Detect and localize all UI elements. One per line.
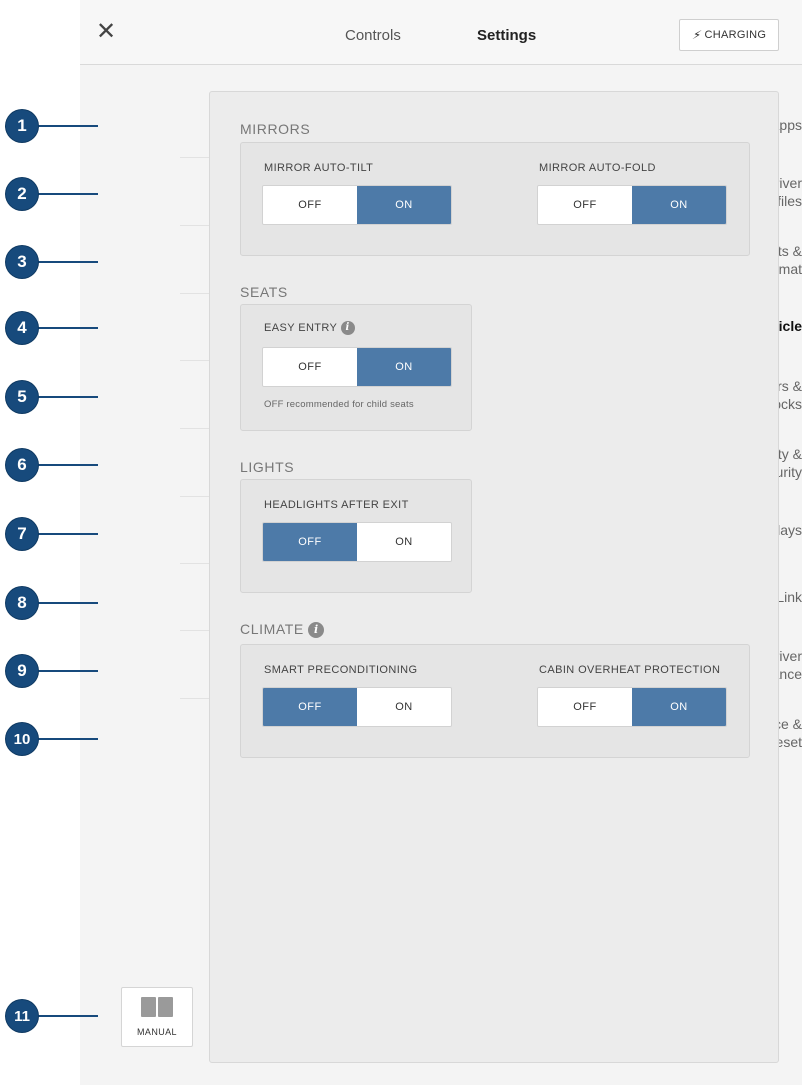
cabin-overheat-protection-toggle[interactable]: OFF ON bbox=[537, 687, 727, 727]
toggle-off[interactable]: OFF bbox=[263, 348, 357, 386]
seats-group: EASY ENTRY i OFF ON OFF recommended for … bbox=[240, 304, 472, 431]
divider bbox=[180, 698, 210, 699]
callout-3: 3 bbox=[6, 246, 98, 278]
toggle-on[interactable]: ON bbox=[357, 523, 451, 561]
headlights-after-exit-toggle[interactable]: OFF ON bbox=[262, 522, 452, 562]
divider bbox=[180, 563, 210, 564]
smart-preconditioning-label: SMART PRECONDITIONING bbox=[264, 664, 418, 676]
info-icon[interactable]: i bbox=[340, 321, 355, 335]
callout-8: 8 bbox=[6, 587, 98, 619]
mirror-auto-tilt-label: MIRROR AUTO-TILT bbox=[264, 162, 374, 174]
callout-4: 4 bbox=[6, 312, 98, 344]
section-title-climate: CLIMATE i bbox=[240, 621, 325, 639]
callout-7: 7 bbox=[6, 518, 98, 550]
info-icon[interactable]: i bbox=[308, 622, 325, 639]
cabin-overheat-protection-label: CABIN OVERHEAT PROTECTION bbox=[539, 664, 721, 676]
tab-controls[interactable]: Controls bbox=[345, 27, 401, 44]
section-title-mirrors: MIRRORS bbox=[240, 121, 311, 137]
easy-entry-note: OFF recommended for child seats bbox=[264, 399, 414, 410]
close-icon[interactable]: ✕ bbox=[94, 20, 118, 44]
callout-2: 2 bbox=[6, 178, 98, 210]
lights-group: HEADLIGHTS AFTER EXIT OFF ON bbox=[240, 479, 472, 593]
callout-11: 11 bbox=[6, 1000, 98, 1032]
divider bbox=[180, 225, 210, 226]
callout-9: 9 bbox=[6, 655, 98, 687]
easy-entry-toggle[interactable]: OFF ON bbox=[262, 347, 452, 387]
toggle-on[interactable]: ON bbox=[357, 348, 451, 386]
divider bbox=[180, 630, 210, 631]
toggle-off[interactable]: OFF bbox=[538, 688, 632, 726]
climate-title-text: CLIMATE bbox=[240, 621, 304, 637]
section-title-lights: LIGHTS bbox=[240, 459, 295, 475]
toggle-on[interactable]: ON bbox=[357, 186, 451, 224]
book-icon bbox=[141, 997, 173, 1019]
charging-button[interactable]: ⚡︎ CHARGING bbox=[679, 19, 779, 51]
callout-1: 1 bbox=[6, 110, 98, 142]
divider bbox=[180, 360, 210, 361]
manual-label: MANUAL bbox=[137, 1027, 177, 1037]
mirror-auto-fold-label: MIRROR AUTO-FOLD bbox=[539, 162, 656, 174]
tab-settings[interactable]: Settings bbox=[477, 27, 536, 44]
toggle-on[interactable]: ON bbox=[632, 186, 726, 224]
toggle-on[interactable]: ON bbox=[357, 688, 451, 726]
toggle-off[interactable]: OFF bbox=[263, 688, 357, 726]
easy-entry-label: EASY ENTRY i bbox=[264, 321, 355, 335]
divider bbox=[180, 496, 210, 497]
manual-button[interactable]: MANUAL bbox=[121, 987, 193, 1047]
toggle-off[interactable]: OFF bbox=[538, 186, 632, 224]
divider bbox=[180, 293, 210, 294]
callout-5: 5 bbox=[6, 381, 98, 413]
settings-panel: MIRRORS MIRROR AUTO-TILT OFF ON MIRROR A… bbox=[209, 91, 779, 1063]
top-bar: ✕ Controls Settings ⚡︎ CHARGING bbox=[80, 0, 802, 65]
toggle-on[interactable]: ON bbox=[632, 688, 726, 726]
callout-6: 6 bbox=[6, 449, 98, 481]
callout-10: 10 bbox=[6, 723, 98, 755]
climate-group: SMART PRECONDITIONING OFF ON CABIN OVERH… bbox=[240, 644, 750, 758]
toggle-off[interactable]: OFF bbox=[263, 523, 357, 561]
section-title-seats: SEATS bbox=[240, 284, 288, 300]
charging-label: CHARGING bbox=[704, 29, 767, 41]
mirror-auto-fold-toggle[interactable]: OFF ON bbox=[537, 185, 727, 225]
plug-bolt-icon: ⚡︎ bbox=[691, 28, 701, 42]
settings-window: ✕ Controls Settings ⚡︎ CHARGING Apps Dri… bbox=[80, 0, 802, 1085]
divider bbox=[180, 157, 210, 158]
easy-entry-text: EASY ENTRY bbox=[264, 321, 338, 334]
headlights-after-exit-label: HEADLIGHTS AFTER EXIT bbox=[264, 499, 409, 511]
mirror-auto-tilt-toggle[interactable]: OFF ON bbox=[262, 185, 452, 225]
mirrors-group: MIRROR AUTO-TILT OFF ON MIRROR AUTO-FOLD… bbox=[240, 142, 750, 256]
smart-preconditioning-toggle[interactable]: OFF ON bbox=[262, 687, 452, 727]
toggle-off[interactable]: OFF bbox=[263, 186, 357, 224]
divider bbox=[180, 428, 210, 429]
